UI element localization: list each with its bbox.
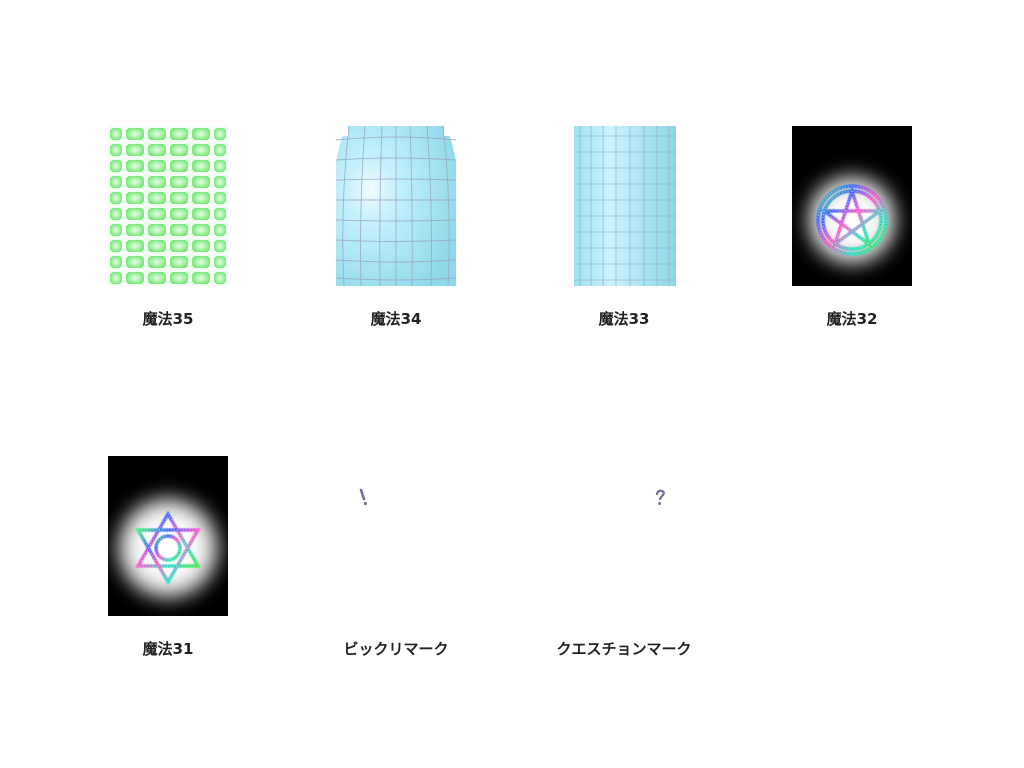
item-label-magic34[interactable]: 魔法34 [282,308,510,329]
blue-grid-cylinder-icon[interactable] [574,126,676,286]
item-label-question[interactable]: クエスチョンマーク [510,638,738,659]
item-label-magic32[interactable]: 魔法32 [738,308,966,329]
item-label-magic33[interactable]: 魔法33 [510,308,738,329]
item-label-magic35[interactable]: 魔法35 [54,308,282,329]
blue-grid-barrel-icon[interactable] [336,126,456,286]
item-label-exclamation[interactable]: ビックリマーク [282,638,510,659]
glowing-pentagram-circle-icon[interactable] [792,126,912,286]
glowing-hexagram-circle-icon[interactable] [108,456,228,616]
item-label-magic31[interactable]: 魔法31 [54,638,282,659]
question-mark-icon[interactable] [652,488,668,508]
asset-gallery: { "gallery": { "items": [ { "label": "魔法… [0,0,1024,768]
green-grid-barrel-icon[interactable] [108,126,228,286]
exclamation-mark-icon[interactable] [356,488,372,508]
